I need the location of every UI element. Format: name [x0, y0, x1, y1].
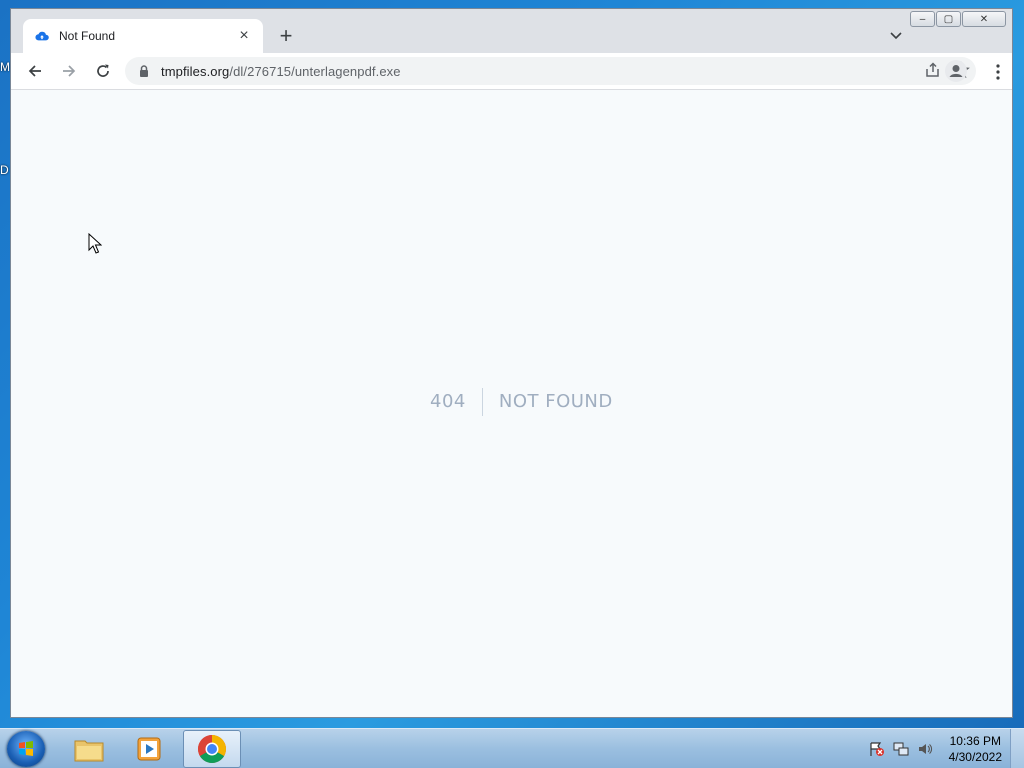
clock-date: 4/30/2022	[948, 750, 1002, 764]
avatar-icon	[945, 60, 967, 82]
browser-window: – ▢ ✕ Not Found × + tmpfiles.org/dl/2767…	[10, 8, 1013, 718]
taskbar-explorer[interactable]	[60, 730, 118, 768]
chevron-down-icon[interactable]	[888, 27, 904, 43]
media-player-icon	[137, 737, 161, 761]
desktop-icon-label-fragment[interactable]: M	[0, 60, 10, 74]
action-center-flag-icon[interactable]	[869, 741, 885, 757]
windows-logo-icon	[19, 741, 33, 756]
cloud-upload-icon	[35, 31, 49, 41]
taskbar-chrome[interactable]	[183, 730, 241, 768]
chrome-icon	[198, 735, 226, 763]
taskbar-media-player[interactable]	[120, 730, 178, 768]
tab-close-icon[interactable]: ×	[235, 27, 253, 45]
desktop-icon-label-fragment[interactable]: D	[0, 163, 9, 177]
taskbar: 10:36 PM 4/30/2022	[0, 728, 1024, 768]
error-message: 404 NOT FOUND	[430, 388, 613, 416]
reload-button[interactable]	[87, 57, 119, 85]
reload-icon	[97, 64, 109, 77]
address-bar[interactable]: tmpfiles.org/dl/276715/unterlagenpdf.exe	[125, 57, 976, 85]
show-desktop-button[interactable]	[1010, 729, 1024, 768]
profile-button[interactable]	[944, 59, 968, 88]
mouse-cursor-icon	[88, 233, 102, 254]
error-code: 404	[430, 388, 483, 416]
tab-title: Not Found	[59, 29, 116, 43]
system-tray: 10:36 PM 4/30/2022	[869, 729, 1002, 768]
more-vert-icon[interactable]	[996, 64, 1000, 80]
arrow-right-icon	[63, 65, 76, 77]
tab-not-found[interactable]: Not Found ×	[23, 19, 263, 53]
start-button[interactable]	[7, 731, 45, 767]
lock-icon[interactable]	[137, 64, 151, 78]
volume-icon[interactable]	[917, 741, 933, 757]
url-text[interactable]: tmpfiles.org/dl/276715/unterlagenpdf.exe	[161, 64, 401, 79]
tab-strip: Not Found × +	[11, 9, 1012, 53]
url-host: tmpfiles.org	[161, 63, 230, 79]
arrow-left-icon	[28, 65, 41, 77]
new-tab-button[interactable]: +	[274, 25, 298, 47]
error-text: NOT FOUND	[498, 391, 613, 412]
toolbar: tmpfiles.org/dl/276715/unterlagenpdf.exe	[11, 53, 1012, 90]
back-button[interactable]	[19, 57, 51, 85]
clock-time: 10:36 PM	[949, 734, 1001, 748]
forward-button[interactable]	[53, 57, 85, 85]
share-icon[interactable]	[924, 61, 942, 79]
network-icon[interactable]	[893, 741, 909, 757]
folder-icon	[74, 740, 104, 762]
clock[interactable]: 10:36 PM 4/30/2022	[949, 733, 1002, 765]
url-path: /dl/276715/unterlagenpdf.exe	[229, 63, 401, 79]
page-content: 404 NOT FOUND	[11, 90, 1012, 717]
